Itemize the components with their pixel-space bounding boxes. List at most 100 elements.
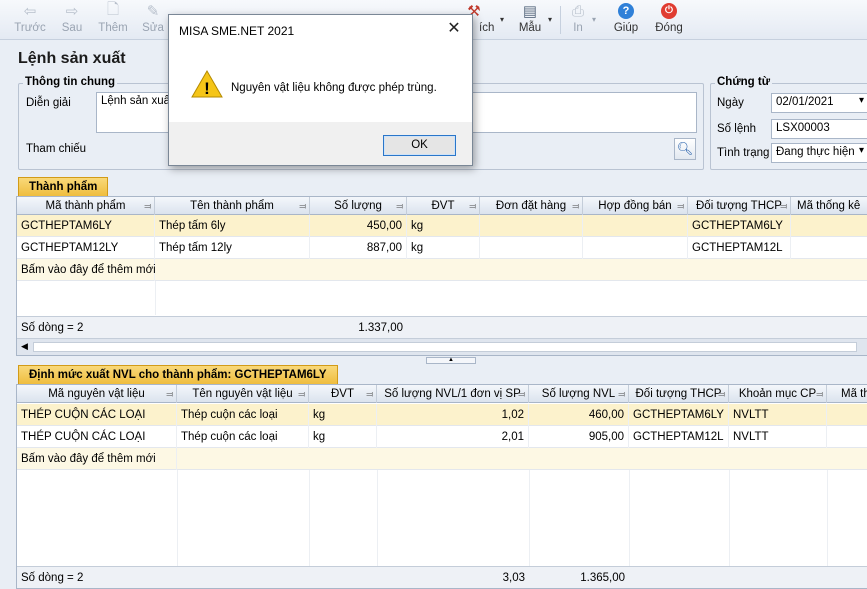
product-name-cell[interactable]: Thép tấm 6ly <box>155 215 310 237</box>
pin-icon: ⫤ <box>618 389 625 399</box>
scroll-left-icon[interactable]: ◀ <box>21 341 28 352</box>
product-qty-cell[interactable]: 450,00 <box>310 215 407 237</box>
products-footer: Số dòng = 2 1.337,00 <box>17 316 867 338</box>
table-row[interactable]: GCTHEPTAM12LY Thép tấm 12ly 887,00 kg GC… <box>17 237 867 259</box>
products-grid: Mã thành phẩm ⫤ Tên thành phẩm ⫤ Số lượng ⫤… <box>16 196 867 356</box>
table-row[interactable]: GCTHEPTAM6LY Thép tấm 6ly 450,00 kg GCTH… <box>17 215 867 237</box>
utilities-dropdown[interactable]: ▾ <box>498 0 506 40</box>
total-per-unit: 3,03 <box>502 572 525 584</box>
material-cost-object-cell[interactable]: GCTHEPTAM6LY <box>629 404 729 426</box>
material-code-cell[interactable]: THÉP CUỘN CÁC LOẠI <box>17 404 177 426</box>
print-dropdown[interactable]: ▾ <box>590 0 598 40</box>
material-name-cell[interactable]: Thép cuộn các loại <box>177 426 309 448</box>
material-cost-item-cell[interactable]: NVLTT <box>729 426 827 448</box>
column-header[interactable]: Mã thống kê <box>791 197 867 215</box>
add-new-row[interactable]: Bấm vào đây để thêm mới <box>17 448 867 470</box>
column-header[interactable]: Khoản mục CP ⫤ <box>729 385 827 403</box>
total-quantity: 1.337,00 <box>358 322 403 334</box>
arrow-right-icon: ⇨ <box>65 3 79 20</box>
next-button[interactable]: ⇨ Sau <box>55 0 89 40</box>
help-button[interactable]: ? Giúp <box>609 0 643 40</box>
product-code-cell[interactable]: GCTHEPTAM6LY <box>17 215 155 237</box>
product-stat-cell[interactable] <box>791 215 867 237</box>
column-header[interactable]: Tên nguyên vật liệu ⫤ <box>177 385 309 403</box>
tab-materials[interactable]: Định mức xuất NVL cho thành phẩm: GCTHEP… <box>18 365 338 384</box>
template-icon: ▤ <box>522 3 538 20</box>
column-header[interactable]: Số lượng NVL ⫤ <box>529 385 629 403</box>
grid-divider <box>309 470 310 566</box>
dialog-close-button[interactable]: ✕ <box>442 19 466 39</box>
close-button[interactable]: ⏻ Đóng <box>651 0 687 40</box>
pin-icon: ⫤ <box>166 389 173 399</box>
edit-button[interactable]: ✎ Sửa <box>138 0 168 40</box>
previous-button[interactable]: ⇦ Trước <box>12 0 48 40</box>
pin-icon: ⫤ <box>366 389 373 399</box>
material-per-unit-cell[interactable]: 1,02 <box>377 404 529 426</box>
table-row[interactable]: THÉP CUỘN CÁC LOẠI Thép cuộn các loại kg… <box>17 426 867 448</box>
product-contract-cell[interactable] <box>583 215 688 237</box>
column-header[interactable]: Số lượng NVL/1 đơn vị SP ⫤ <box>377 385 529 403</box>
product-order-cell[interactable] <box>480 237 583 259</box>
date-input[interactable]: 02/01/2021 ▾ <box>771 93 867 113</box>
product-unit-cell[interactable]: kg <box>407 215 480 237</box>
pin-icon: ⫤ <box>718 389 725 399</box>
pin-icon: ⫤ <box>816 389 823 399</box>
row-count: Số dòng = 2 <box>21 322 84 334</box>
add-new-text[interactable]: Bấm vào đây để thêm mới <box>17 448 177 470</box>
product-qty-cell[interactable]: 887,00 <box>310 237 407 259</box>
column-header[interactable]: ĐVT ⫤ <box>407 197 480 215</box>
add-new-text[interactable]: Bấm vào đây để thêm mới <box>17 259 156 281</box>
new-document-icon: 🗋 <box>106 0 120 18</box>
materials-footer: Số dòng = 2 3,03 1.365,00 <box>17 566 867 588</box>
table-row[interactable]: THÉP CUỘN CÁC LOẠI Thép cuộn các loại kg… <box>17 404 867 426</box>
column-header[interactable]: Mã th <box>827 385 867 403</box>
material-cost-item-cell[interactable]: NVLTT <box>729 404 827 426</box>
products-grid-header: Mã thành phẩm ⫤ Tên thành phẩm ⫤ Số lượng ⫤… <box>17 197 867 215</box>
status-select[interactable]: Đang thực hiện ▾ <box>771 143 867 163</box>
column-header[interactable]: Đối tượng THCP ⫤ <box>688 197 791 215</box>
close-icon: ✕ <box>447 20 461 37</box>
column-header[interactable]: Đơn đặt hàng ⫤ <box>480 197 583 215</box>
column-header[interactable]: Mã thành phẩm ⫤ <box>17 197 155 215</box>
pin-icon: ⫤ <box>677 201 684 211</box>
column-header[interactable]: Tên thành phẩm ⫤ <box>155 197 310 215</box>
material-qty-cell[interactable]: 460,00 <box>529 404 629 426</box>
product-stat-cell[interactable] <box>791 237 867 259</box>
scrollbar-thumb[interactable] <box>33 342 857 352</box>
horizontal-scrollbar[interactable]: ◀ <box>17 338 867 355</box>
row-count: Số dòng = 2 <box>21 572 84 584</box>
product-unit-cell[interactable]: kg <box>407 237 480 259</box>
ok-button[interactable]: OK <box>383 135 456 156</box>
material-code-cell[interactable]: THÉP CUỘN CÁC LOẠI <box>17 426 177 448</box>
pin-icon: ⫤ <box>299 201 306 211</box>
order-number-input[interactable]: LSX00003 <box>771 119 867 139</box>
splitter-handle[interactable]: ▲ <box>426 357 476 364</box>
material-qty-cell[interactable]: 905,00 <box>529 426 629 448</box>
product-order-cell[interactable] <box>480 215 583 237</box>
magnifier-icon: 🔍︎ <box>676 141 694 156</box>
grid-divider <box>177 470 178 566</box>
chevron-down-icon: ▾ <box>547 14 552 24</box>
product-code-cell[interactable]: GCTHEPTAM12LY <box>17 237 155 259</box>
material-name-cell[interactable]: Thép cuộn các loại <box>177 404 309 426</box>
reference-label: Tham chiếu <box>26 143 87 155</box>
material-per-unit-cell[interactable]: 2,01 <box>377 426 529 448</box>
column-header[interactable]: Hợp đồng bán ⫤ <box>583 197 688 215</box>
material-unit-cell[interactable]: kg <box>309 404 377 426</box>
column-header[interactable]: Số lượng ⫤ <box>310 197 407 215</box>
add-button[interactable]: 🗋 Thêm <box>95 0 131 40</box>
product-name-cell[interactable]: Thép tấm 12ly <box>155 237 310 259</box>
tab-products[interactable]: Thành phẩm <box>18 177 109 196</box>
column-header[interactable]: ĐVT ⫤ <box>309 385 377 403</box>
material-unit-cell[interactable]: kg <box>309 426 377 448</box>
product-contract-cell[interactable] <box>583 237 688 259</box>
column-header[interactable]: Đối tượng THCP ⫤ <box>629 385 729 403</box>
product-cost-object-cell[interactable]: GCTHEPTAM6LY <box>688 215 791 237</box>
template-dropdown[interactable]: ▾ <box>546 0 554 40</box>
reference-search-button[interactable]: 🔍︎ <box>674 138 696 160</box>
material-cost-object-cell[interactable]: GCTHEPTAM12L <box>629 426 729 448</box>
add-new-row[interactable]: Bấm vào đây để thêm mới <box>17 259 867 281</box>
column-header[interactable]: Mã nguyên vật liệu ⫤ <box>17 385 177 403</box>
product-cost-object-cell[interactable]: GCTHEPTAM12L <box>688 237 791 259</box>
description-label: Diễn giải <box>26 97 71 109</box>
